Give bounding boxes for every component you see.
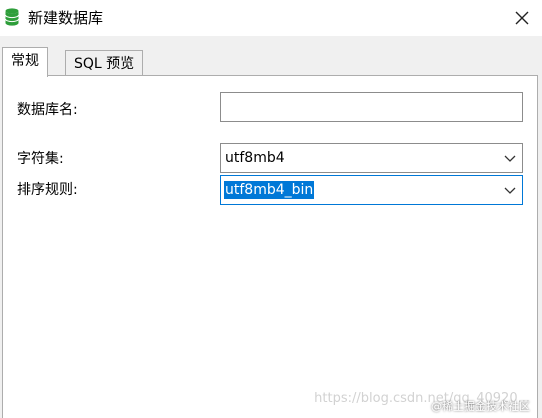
db-name-label: 数据库名: bbox=[17, 102, 78, 118]
collation-select[interactable]: utf8mb4_bin bbox=[220, 175, 523, 205]
tab-general[interactable]: 常规 bbox=[2, 47, 48, 77]
charset-select[interactable]: utf8mb4 bbox=[220, 143, 523, 173]
close-button[interactable] bbox=[510, 6, 534, 30]
db-name-input[interactable] bbox=[220, 92, 523, 122]
general-panel: 数据库名: 字符集: utf8mb4 排序规则: utf8mb4_bin bbox=[2, 75, 538, 418]
tab-sql-preview[interactable]: SQL 预览 bbox=[65, 50, 144, 78]
charset-value: utf8mb4 bbox=[225, 150, 285, 166]
chevron-down-icon bbox=[504, 155, 516, 162]
collation-label: 排序规则: bbox=[17, 182, 78, 198]
database-icon bbox=[5, 8, 19, 26]
watermark-brand: @稀土掘金技术社区 bbox=[431, 400, 530, 413]
window-title: 新建数据库 bbox=[28, 9, 104, 27]
collation-value: utf8mb4_bin bbox=[224, 181, 315, 199]
chevron-down-icon bbox=[504, 187, 516, 194]
tab-strip: 常规 SQL 预览 bbox=[0, 36, 542, 78]
close-icon bbox=[515, 11, 529, 25]
charset-label: 字符集: bbox=[17, 151, 64, 167]
title-bar: 新建数据库 bbox=[0, 0, 542, 36]
